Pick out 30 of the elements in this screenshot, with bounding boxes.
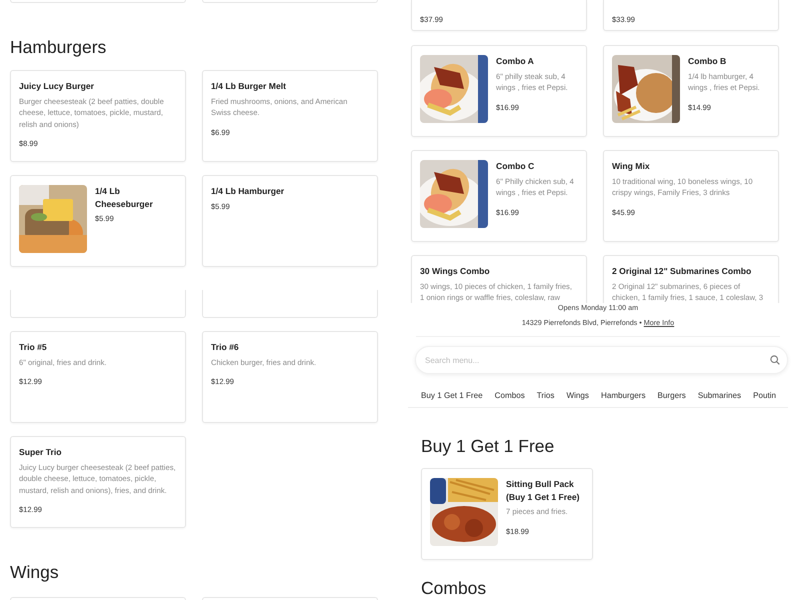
category-tab[interactable]: Hamburgers [600,389,646,403]
category-tab[interactable]: Submarines [698,389,742,403]
item-title: 1/4 Lb Burger Melt [211,80,287,92]
item-title: 2 Original 12" Submarines Combo [612,265,752,278]
item-title: Combo B [688,55,728,68]
item-title: Combo A [496,55,535,68]
category-tab[interactable]: Burgers [658,389,686,403]
item-title: Wing Mix [612,160,651,172]
item-title: Combo C [496,160,536,172]
category-tab[interactable]: Buy 1 Get 1 Free [421,389,483,403]
category-tab[interactable]: Poutin [753,389,776,403]
item-title: Trio #6 [211,341,240,354]
menu-card[interactable] [10,290,186,318]
item-title: 1/4 Lb Hamburger [211,185,284,198]
search-field[interactable]: Search menu... [415,346,788,374]
category-tab[interactable]: Wings [566,389,589,403]
section-heading: Hamburgers [10,36,106,58]
item-title: Juicy Lucy Burger [19,80,95,92]
item-title: 30 Wings Combo [420,265,491,278]
menu-card[interactable] [202,290,378,318]
section-heading: Wings [10,561,59,583]
item-title: 1/4 Lb Cheeseburger [95,185,154,210]
search-icon[interactable] [770,355,780,365]
section-heading: Combos [421,577,486,599]
category-tab[interactable]: Trios [536,389,554,403]
item-title: Trio #5 [19,341,48,354]
item-title: Super Trio [19,446,62,458]
category-tab[interactable]: Combos [494,389,525,403]
item-title: Sitting Bull Pack (Buy 1 Get 1 Free) [506,478,581,503]
section-heading: Buy 1 Get 1 Free [421,435,554,457]
